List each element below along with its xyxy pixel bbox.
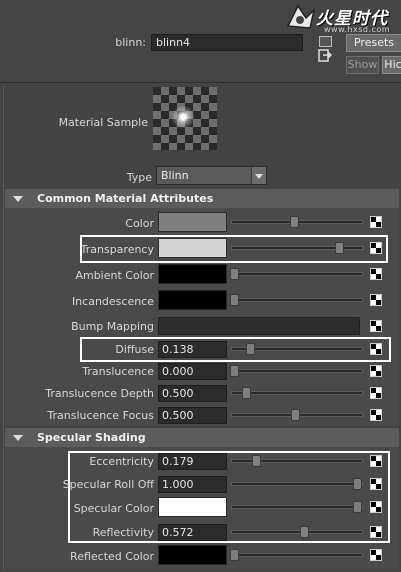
specular-roll-off-slider-handle[interactable] [353,478,362,490]
color-label: Color [125,217,154,230]
specular-highlight [169,103,197,131]
incandescence-slider-handle[interactable] [230,294,239,306]
collapse-triangle-icon[interactable] [13,196,23,202]
specular-color-swatch[interactable] [158,497,227,517]
ambient-color-slider-handle[interactable] [230,268,239,280]
translucence-slider-handle[interactable] [230,365,239,377]
section-title: Common Material Attributes [37,192,214,205]
translucence-focus-input[interactable]: 0.500 [158,407,227,424]
eccentricity-slider-handle[interactable] [252,455,261,467]
ambient-color-swatch[interactable] [158,264,227,284]
reflected-color-swatch[interactable] [158,545,227,565]
diffuse-input[interactable]: 0.138 [158,341,227,358]
transparency-slider-handle[interactable] [335,242,344,254]
section-common-material-attributes[interactable]: Common Material Attributes [5,189,399,208]
eccentricity-label: Eccentricity [89,455,154,468]
bump-mapping-label: Bump Mapping [71,320,154,333]
reflected-color-slider-track[interactable] [231,553,363,557]
section-title: Specular Shading [37,431,146,444]
translucence-map-icon[interactable] [370,365,382,377]
hide-button[interactable]: Hic [382,56,401,74]
ambient-color-label: Ambient Color [75,269,154,282]
material-name-field[interactable]: blinn4 [151,34,303,51]
translucence-slider-track[interactable] [231,369,363,373]
translucence-depth-slider-handle[interactable] [242,387,251,399]
section-specular-shading[interactable]: Specular Shading [5,428,399,447]
reflectivity-slider-handle[interactable] [300,526,309,538]
translucence-depth-label: Translucence Depth [45,387,154,400]
specular-color-slider-handle[interactable] [353,501,362,513]
color-slider-handle[interactable] [290,216,299,228]
specular-color-map-icon[interactable] [370,501,382,513]
incandescence-swatch[interactable] [158,290,227,310]
reflectivity-map-icon[interactable] [370,526,382,538]
reflected-color-slider-handle[interactable] [230,549,239,561]
eccentricity-map-icon[interactable] [370,455,382,467]
logo-icon [286,4,316,29]
specular-roll-off-slider-track[interactable] [231,482,363,486]
ambient-color-slider-track[interactable] [231,272,363,276]
diffuse-slider-handle[interactable] [246,343,255,355]
show-button[interactable]: Show [346,56,379,74]
color-map-icon[interactable] [370,216,382,228]
specular-roll-off-input[interactable]: 1.000 [158,476,227,493]
reflectivity-slider-track[interactable] [231,530,363,534]
type-label: Type [126,171,152,184]
specular-roll-off-map-icon[interactable] [370,478,382,490]
logo-url: www.hxsd.com [324,25,391,34]
diffuse-label: Diffuse [115,343,154,356]
incandescence-map-icon[interactable] [370,294,382,306]
collapse-triangle-icon[interactable] [13,435,23,441]
translucence-focus-label: Translucence Focus [47,409,154,422]
incandescence-slider-track[interactable] [231,298,363,302]
diffuse-map-icon[interactable] [370,343,382,355]
transparency-label: Transparency [80,243,154,256]
translucence-input[interactable]: 0.000 [158,363,227,380]
chevron-down-icon[interactable] [251,167,266,184]
translucence-focus-slider-handle[interactable] [291,409,300,421]
transparency-map-icon[interactable] [370,242,382,254]
reflected-color-map-icon[interactable] [370,549,382,561]
translucence-focus-map-icon[interactable] [370,409,382,421]
header-divider [0,82,401,83]
presets-button[interactable]: Presets [346,34,401,52]
specular-color-label: Specular Color [73,502,154,515]
translucence-label: Translucence [82,365,154,378]
material-name-label: blinn: [115,36,146,49]
bump-mapping-map-icon[interactable] [370,320,382,332]
incandescence-label: Incandescence [71,295,154,308]
reflectivity-label: Reflectivity [92,526,154,539]
eccentricity-slider-track[interactable] [231,459,363,463]
specular-roll-off-label: Specular Roll Off [62,478,154,491]
translucence-depth-map-icon[interactable] [370,387,382,399]
color-swatch[interactable] [158,212,227,232]
ambient-color-map-icon[interactable] [370,268,382,280]
material-sample-label: Material Sample [58,116,148,129]
focus-icon[interactable] [319,36,332,47]
bump-mapping-field[interactable] [158,317,360,335]
reflected-color-label: Reflected Color [70,550,154,563]
eccentricity-input[interactable]: 0.179 [158,453,227,470]
output-connection-icon[interactable] [318,49,333,62]
reflectivity-input[interactable]: 0.572 [158,524,227,541]
specular-color-slider-track[interactable] [231,505,363,509]
translucence-depth-input[interactable]: 0.500 [158,385,227,402]
transparency-swatch[interactable] [158,238,227,258]
